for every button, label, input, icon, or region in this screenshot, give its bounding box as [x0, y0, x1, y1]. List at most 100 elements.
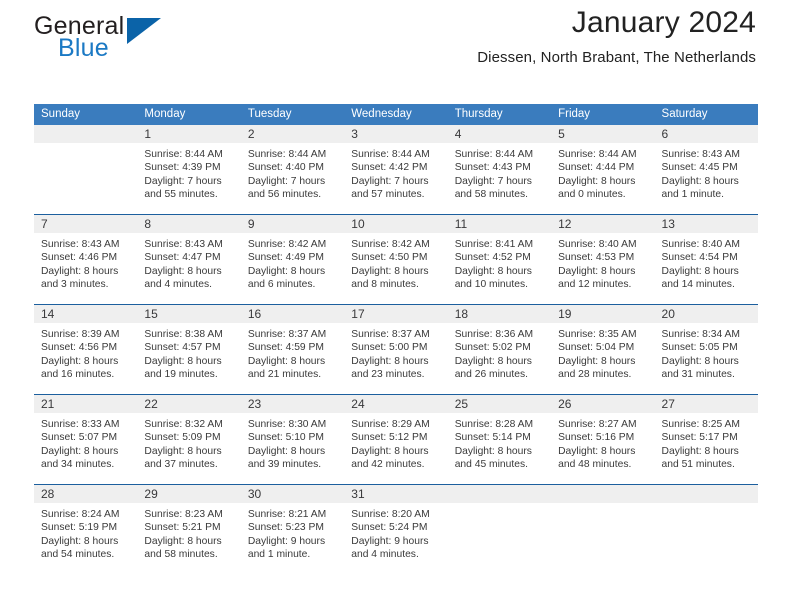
sunset-text: Sunset: 5:17 PM	[661, 432, 738, 444]
sunset-text: Sunset: 4:46 PM	[41, 252, 118, 264]
day-number[interactable]: 9	[241, 215, 344, 233]
day-number[interactable]: 4	[448, 125, 551, 143]
day-number[interactable]: 22	[137, 395, 240, 413]
day-cell[interactable]: Sunrise: 8:20 AM Sunset: 5:24 PM Daylight:…	[344, 503, 447, 574]
daylight-text-cont: and 0 minutes.	[558, 188, 626, 200]
day-cell[interactable]: Sunrise: 8:43 AM Sunset: 4:45 PM Daylight:…	[655, 143, 758, 214]
daylight-text: Daylight: 8 hours	[41, 355, 119, 367]
day-number[interactable]: 26	[551, 395, 654, 413]
daylight-text: Daylight: 7 hours	[247, 175, 326, 187]
daylight-text-cont: and 8 minutes.	[351, 278, 419, 290]
day-number[interactable]: 29	[137, 485, 240, 503]
day-cell[interactable]: Sunrise: 8:41 AM Sunset: 4:52 PM Daylight:…	[448, 233, 551, 304]
day-number[interactable]: 17	[344, 305, 447, 323]
brand-logo[interactable]: General Blue	[34, 14, 264, 70]
day-cell[interactable]: Sunrise: 8:37 AM Sunset: 4:59 PM Daylight:…	[241, 323, 344, 394]
day-cell[interactable]: Sunrise: 8:43 AM Sunset: 4:47 PM Daylight:…	[137, 233, 240, 304]
day-number[interactable]: 8	[137, 215, 240, 233]
sunset-text: Sunset: 4:59 PM	[247, 342, 324, 354]
daylight-text: Daylight: 8 hours	[661, 175, 739, 187]
day-number[interactable]: 11	[448, 215, 551, 233]
daylight-text-cont: and 14 minutes.	[661, 278, 735, 290]
daylight-text: Daylight: 7 hours	[144, 175, 222, 187]
day-number-band: 28 29 30 31	[34, 485, 758, 503]
day-number[interactable]: 15	[137, 305, 240, 323]
day-number[interactable]: 1	[137, 125, 240, 143]
day-cell[interactable]: Sunrise: 8:40 AM Sunset: 4:53 PM Daylight:…	[551, 233, 654, 304]
calendar-week-row: 28 29 30 31 Sunrise: 8:24 AM Sunset: 5:19 PM D…	[34, 484, 758, 574]
day-cell[interactable]: Sunrise: 8:38 AM Sunset: 4:57 PM Daylight:…	[137, 323, 240, 394]
daylight-text-cont: and 39 minutes.	[247, 458, 322, 470]
day-number[interactable]: 20	[655, 305, 758, 323]
sunset-text: Sunset: 5:02 PM	[454, 342, 531, 354]
day-cell[interactable]: Sunrise: 8:42 AM Sunset: 4:50 PM Daylight:…	[344, 233, 447, 304]
sunrise-text: Sunrise: 8:44 AM	[558, 149, 637, 160]
day-cell[interactable]: Sunrise: 8:44 AM Sunset: 4:42 PM Daylight:…	[344, 143, 447, 214]
daylight-text: Daylight: 8 hours	[661, 355, 739, 367]
daylight-text: Daylight: 8 hours	[41, 445, 119, 457]
day-cell[interactable]: Sunrise: 8:34 AM Sunset: 5:05 PM Daylight:…	[655, 323, 758, 394]
sunset-text: Sunset: 4:44 PM	[558, 162, 635, 174]
day-cell[interactable]: Sunrise: 8:33 AM Sunset: 5:07 PM Daylight:…	[34, 413, 137, 484]
daylight-text-cont: and 58 minutes.	[144, 548, 218, 560]
day-cell[interactable]: Sunrise: 8:21 AM Sunset: 5:23 PM Daylight:…	[241, 503, 344, 574]
day-cell[interactable]: Sunrise: 8:24 AM Sunset: 5:19 PM Daylight:…	[34, 503, 137, 574]
daylight-text: Daylight: 8 hours	[144, 535, 222, 547]
day-number[interactable]: 30	[241, 485, 344, 503]
sunset-text: Sunset: 5:23 PM	[247, 522, 324, 534]
day-number[interactable]: 14	[34, 305, 137, 323]
day-cell[interactable]: Sunrise: 8:44 AM Sunset: 4:43 PM Daylight:…	[448, 143, 551, 214]
day-cell[interactable]: Sunrise: 8:37 AM Sunset: 5:00 PM Daylight:…	[344, 323, 447, 394]
sunset-text: Sunset: 4:57 PM	[144, 342, 221, 354]
daylight-text-cont: and 4 minutes.	[351, 548, 419, 560]
sunrise-text: Sunrise: 8:41 AM	[454, 239, 534, 250]
day-cell[interactable]: Sunrise: 8:44 AM Sunset: 4:40 PM Daylight:…	[241, 143, 344, 214]
day-number[interactable]: 5	[551, 125, 654, 143]
day-cell[interactable]: Sunrise: 8:35 AM Sunset: 5:04 PM Daylight:…	[551, 323, 654, 394]
day-cell[interactable]: Sunrise: 8:39 AM Sunset: 4:56 PM Daylight:…	[34, 323, 137, 394]
day-cell[interactable]: Sunrise: 8:43 AM Sunset: 4:46 PM Daylight:…	[34, 233, 137, 304]
daylight-text: Daylight: 8 hours	[558, 445, 636, 457]
day-number[interactable]: 10	[344, 215, 447, 233]
day-cell[interactable]: Sunrise: 8:42 AM Sunset: 4:49 PM Daylight:…	[241, 233, 344, 304]
daylight-text: Daylight: 9 hours	[351, 535, 429, 547]
day-number[interactable]: 18	[448, 305, 551, 323]
day-number[interactable]: 7	[34, 215, 137, 233]
sunset-text: Sunset: 4:52 PM	[454, 252, 531, 264]
day-number[interactable]: 31	[344, 485, 447, 503]
day-number[interactable]: 12	[551, 215, 654, 233]
sunrise-text: Sunrise: 8:27 AM	[558, 419, 637, 430]
sunrise-text: Sunrise: 8:42 AM	[351, 239, 430, 250]
calendar-week-row: 1 2 3 4 5 6 Sunrise: 8:44 AM Sunset: 4:39 PM Day…	[34, 125, 758, 214]
day-cell[interactable]: Sunrise: 8:44 AM Sunset: 4:39 PM Daylight:…	[137, 143, 240, 214]
day-number[interactable]: 2	[241, 125, 344, 143]
day-number[interactable]: 16	[241, 305, 344, 323]
daylight-text: Daylight: 8 hours	[351, 265, 429, 277]
day-number[interactable]: 27	[655, 395, 758, 413]
day-cell[interactable]: Sunrise: 8:28 AM Sunset: 5:14 PM Daylight:…	[448, 413, 551, 484]
day-cell[interactable]: Sunrise: 8:40 AM Sunset: 4:54 PM Daylight:…	[655, 233, 758, 304]
weekday-header-sunday: Sunday	[41, 107, 81, 120]
day-number[interactable]: 6	[655, 125, 758, 143]
day-number[interactable]: 28	[34, 485, 137, 503]
day-number[interactable]: 23	[241, 395, 344, 413]
sunrise-text: Sunrise: 8:39 AM	[41, 329, 120, 340]
day-cell[interactable]: Sunrise: 8:27 AM Sunset: 5:16 PM Daylight:…	[551, 413, 654, 484]
day-number[interactable]: 25	[448, 395, 551, 413]
day-cell[interactable]: Sunrise: 8:25 AM Sunset: 5:17 PM Daylight:…	[655, 413, 758, 484]
day-cell[interactable]: Sunrise: 8:32 AM Sunset: 5:09 PM Daylight:…	[137, 413, 240, 484]
day-cell[interactable]: Sunrise: 8:30 AM Sunset: 5:10 PM Daylight:…	[241, 413, 344, 484]
day-number[interactable]: 21	[34, 395, 137, 413]
sunrise-text: Sunrise: 8:34 AM	[661, 329, 740, 340]
day-number[interactable]: 13	[655, 215, 758, 233]
day-number[interactable]: 24	[344, 395, 447, 413]
day-number[interactable]: 3	[344, 125, 447, 143]
daylight-text: Daylight: 8 hours	[661, 445, 739, 457]
weekday-header-friday: Friday	[558, 107, 591, 120]
day-cell[interactable]: Sunrise: 8:36 AM Sunset: 5:02 PM Daylight:…	[448, 323, 551, 394]
day-cell[interactable]: Sunrise: 8:23 AM Sunset: 5:21 PM Daylight:…	[137, 503, 240, 574]
day-number[interactable]: 19	[551, 305, 654, 323]
daylight-text: Daylight: 8 hours	[351, 445, 429, 457]
day-cell[interactable]: Sunrise: 8:29 AM Sunset: 5:12 PM Daylight:…	[344, 413, 447, 484]
day-cell[interactable]: Sunrise: 8:44 AM Sunset: 4:44 PM Daylight:…	[551, 143, 654, 214]
